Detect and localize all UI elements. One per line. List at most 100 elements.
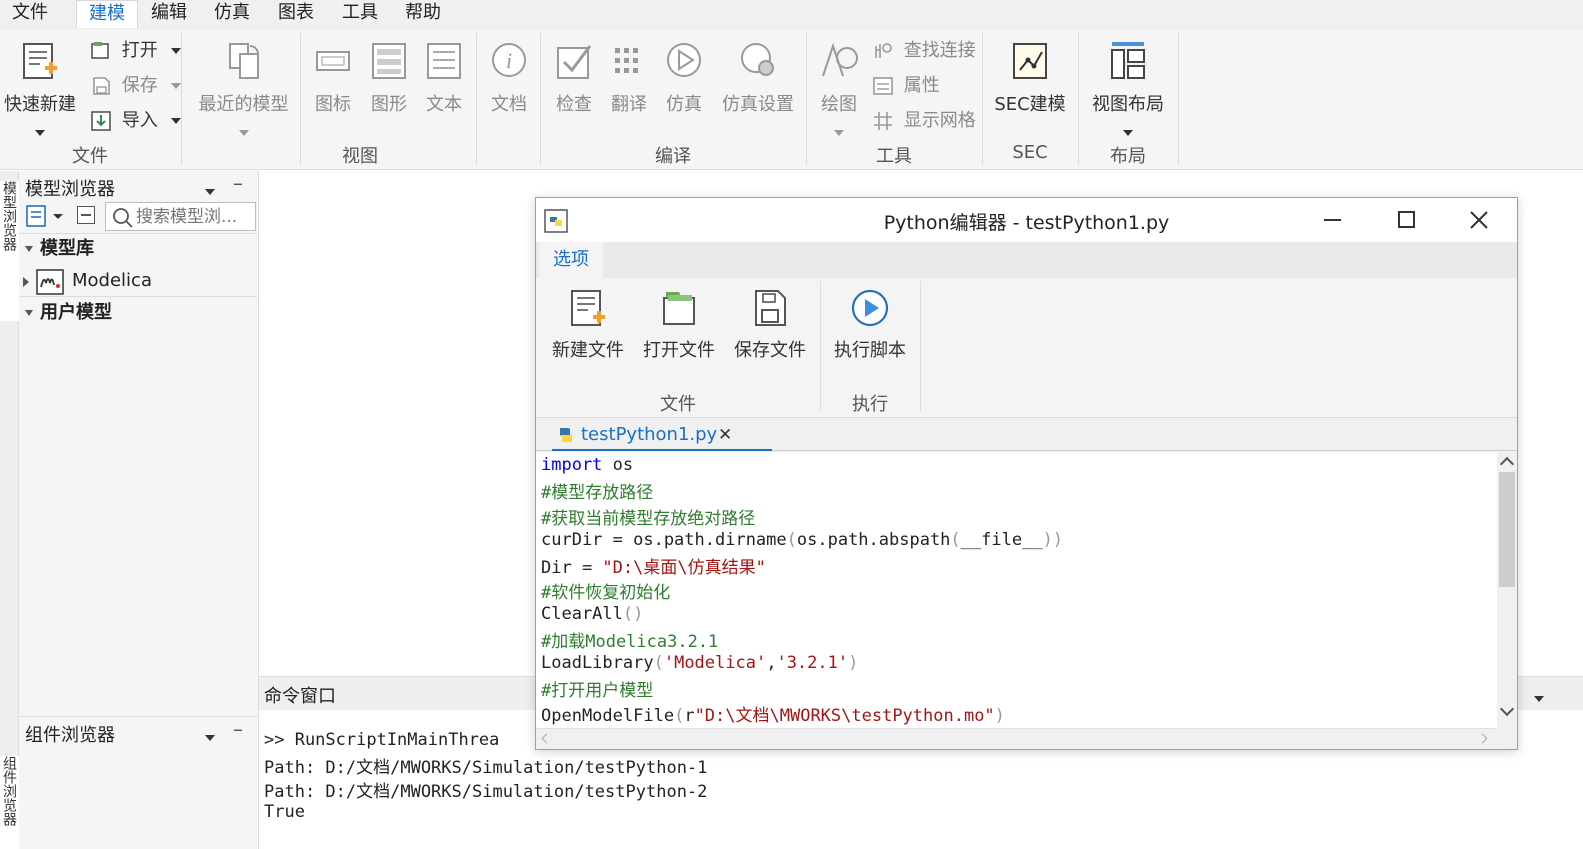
sim-settings-button[interactable]: 仿真设置 [720,40,796,116]
search-icon [113,208,133,228]
expanded-arrow-icon [25,246,33,252]
sim-settings-icon [741,43,774,76]
import-button[interactable]: 导入 [90,107,182,135]
tree-view-toggle[interactable] [25,203,67,229]
sec-model-button[interactable]: SEC建模 [992,40,1068,116]
translate-button[interactable]: 翻译 [606,40,652,116]
code-line: OpenModelFile(r"D:\文档\MWORKS\testPython.… [541,706,1005,726]
translate-label: 翻译 [611,94,647,115]
doc-view-button[interactable]: i 文档 [486,40,532,116]
code-editor[interactable]: import os #模型存放路径 #获取当前模型存放绝对路径 curDir =… [536,452,1497,728]
tree-section-user-models[interactable]: 用户模型 [19,297,257,329]
code-line: #模型存放路径 [541,483,654,503]
menu-help[interactable]: 帮助 [405,0,441,28]
doc-view-label: 文档 [491,94,527,115]
menu-file[interactable]: 文件 [12,0,48,28]
check-button[interactable]: 检查 [551,40,597,116]
open-file-button[interactable]: 打开文件 [641,288,717,362]
model-browser-title: 模型浏览器 [25,179,115,200]
chevron-down-icon[interactable] [171,48,182,54]
recent-models-button[interactable]: 最近的模型 [196,40,291,143]
quick-new-label: 快速新建 [4,94,76,115]
info-icon: i [492,43,526,77]
save-file-button[interactable]: 保存文件 [732,288,808,362]
group-tools-label: 工具 [876,146,912,167]
draw-button[interactable]: 绘图 [816,40,862,143]
python-editor-titlebar[interactable]: Python编辑器 - testPython1.py [536,198,1517,242]
expanded-arrow-icon [25,310,33,316]
simulate-button[interactable]: 仿真 [661,40,707,116]
menu-tools[interactable]: 工具 [342,0,378,28]
scroll-down-icon[interactable] [1499,701,1515,717]
code-line: import os [541,455,634,475]
horizontal-scrollbar[interactable] [536,728,1497,749]
find-connection-button[interactable]: 查找连接 [872,37,976,65]
text-view-button[interactable]: 文本 [421,40,467,116]
open-button[interactable]: 打开 [90,37,182,65]
panel-minimize-icon[interactable]: – [233,717,243,741]
maximize-button[interactable] [1386,204,1426,236]
chevron-down-icon[interactable] [171,83,182,89]
close-tab-icon[interactable]: ✕ [718,420,732,450]
chevron-down-icon[interactable] [1123,130,1133,136]
import-label: 导入 [121,110,158,131]
save-file-label: 保存文件 [734,340,806,361]
panel-minimize-icon[interactable]: – [233,171,243,195]
scroll-left-icon[interactable] [541,733,552,744]
menu-simulation[interactable]: 仿真 [214,0,250,28]
show-grid-label: 显示网格 [903,110,976,131]
tab-options[interactable]: 选项 [539,242,603,278]
close-button[interactable] [1459,204,1499,236]
collapse-all-icon[interactable] [77,206,95,224]
show-grid-button[interactable]: 显示网格 [872,107,976,135]
file-tab-testpython1[interactable]: testPython1.py ✕ [552,420,772,451]
scrollbar-thumb[interactable] [1499,472,1515,587]
code-line: #获取当前模型存放绝对路径 [541,509,756,529]
diagram-view-label: 图形 [371,94,407,115]
new-file-button[interactable]: 新建文件 [550,288,626,362]
translate-icon [615,48,638,73]
chevron-down-icon[interactable] [238,130,249,136]
side-tab-model-browser[interactable]: 模型浏览器 [0,181,19,321]
scroll-right-icon[interactable] [1477,733,1488,744]
side-tab-component-browser[interactable]: 组件浏览器 [0,756,19,849]
save-file-icon [755,290,786,326]
command-line: >> RunScriptInMainThrea [264,730,500,750]
menu-edit[interactable]: 编辑 [151,0,187,28]
open-label: 打开 [121,40,158,61]
search-input[interactable] [136,205,252,228]
view-layout-label: 视图布局 [1092,94,1164,115]
icon-view-button[interactable]: 图标 [310,40,356,116]
tree-section-library[interactable]: 模型库 [19,233,257,265]
view-layout-button[interactable]: 视图布局 [1090,40,1166,143]
quick-new-button[interactable]: 快速新建 [4,40,76,143]
sec-model-label: SEC建模 [994,94,1066,115]
tree-item-modelica[interactable]: Modelica [19,265,257,297]
vertical-scrollbar[interactable] [1497,452,1517,728]
minimize-button[interactable] [1312,204,1352,236]
menu-charts[interactable]: 图表 [278,0,314,28]
diagram-view-button[interactable]: 图形 [366,40,412,116]
panel-menu-chevron-icon[interactable] [1534,689,1544,709]
chevron-down-icon[interactable] [35,130,45,136]
check-icon [557,45,592,79]
properties-button[interactable]: 属性 [872,72,940,100]
code-line: ClearAll() [541,604,644,624]
model-search-box[interactable] [105,202,256,231]
ribbon-separator [1178,33,1179,165]
ribbon-separator [181,33,182,165]
icon-view-icon [316,51,350,71]
side-tab-strip: 模型浏览器 组件浏览器 [0,171,19,849]
chevron-down-icon[interactable] [171,118,182,124]
python-editor-window: Python编辑器 - testPython1.py 选项 新建文件 打开文件 … [535,197,1518,750]
python-file-icon [560,428,572,442]
menu-modeling[interactable]: 建模 [76,0,138,28]
scroll-up-icon[interactable] [1499,456,1515,472]
panel-menu-chevron-icon[interactable] [205,727,215,746]
run-script-button[interactable]: 执行脚本 [832,288,908,362]
chevron-down-icon[interactable] [834,130,844,136]
panel-menu-chevron-icon[interactable] [205,181,215,200]
text-view-label: 文本 [426,94,462,115]
save-button[interactable]: 保存 [90,72,182,100]
group-sec-label: SEC [1012,142,1048,163]
